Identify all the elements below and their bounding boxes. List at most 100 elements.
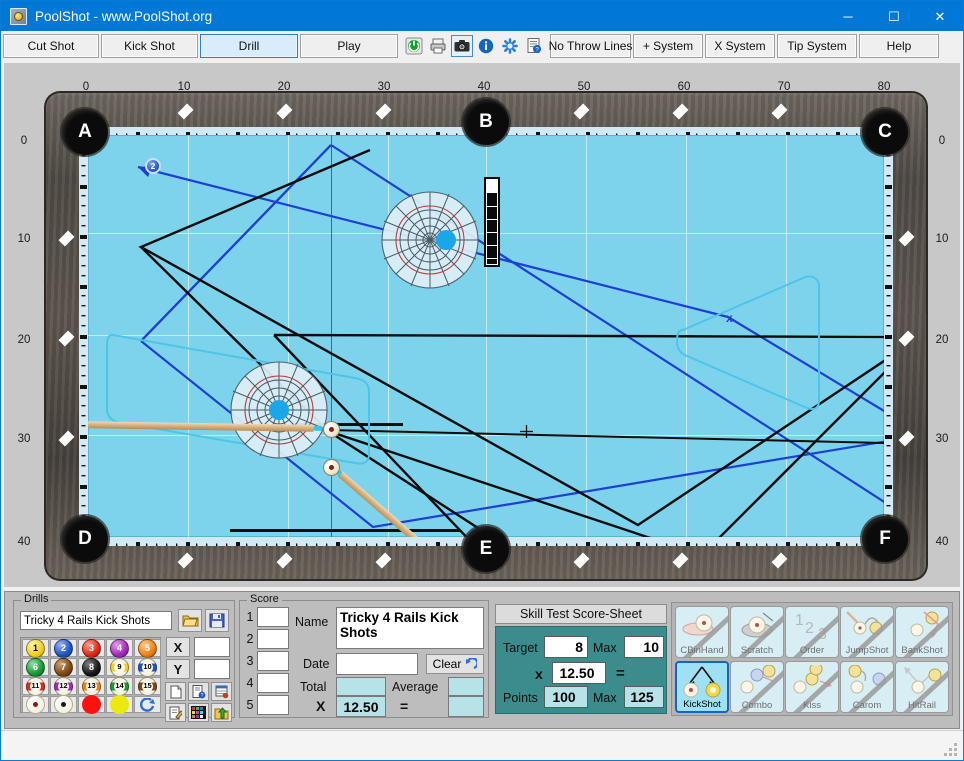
svg-text:x: x	[726, 311, 733, 325]
score-row-5-input[interactable]	[257, 695, 289, 715]
score-date-input[interactable]	[336, 653, 418, 675]
speed-gauge[interactable]	[484, 177, 500, 267]
camera-icon[interactable]	[451, 35, 473, 57]
button-x-system[interactable]: X System	[705, 34, 775, 58]
y-label-button[interactable]: Y	[166, 659, 190, 679]
shot-button-cbinhand[interactable]: CBinHand	[675, 606, 729, 658]
shot-button-jumpshot[interactable]: JumpShot	[840, 606, 894, 658]
score-equals-label: =	[400, 698, 409, 714]
score-multiplier-input[interactable]: 12.50	[336, 696, 386, 717]
ball-button-1[interactable]: 1	[22, 638, 49, 658]
shot-button-kiss[interactable]: Kiss	[785, 661, 839, 713]
gear-icon[interactable]	[499, 35, 521, 57]
tab-cut-shot[interactable]: Cut Shot	[3, 34, 99, 58]
pocket-d[interactable]: D	[62, 516, 108, 562]
button-plus-system[interactable]: + System	[633, 34, 703, 58]
pocket-a[interactable]: A	[62, 109, 108, 155]
clear-button[interactable]: Clear	[426, 654, 484, 674]
color-palette-icon[interactable]	[188, 703, 209, 722]
ball-button-12[interactable]: 12	[50, 676, 77, 696]
x-label-button[interactable]: X	[166, 637, 190, 657]
score-row-1-input[interactable]	[257, 607, 289, 627]
button-help[interactable]: Help	[859, 34, 939, 58]
open-folder-icon[interactable]	[178, 609, 202, 632]
rail-diamond	[58, 330, 75, 347]
new-page-icon[interactable]	[165, 682, 186, 701]
button-no-throw-lines[interactable]: No Throw Lines	[549, 34, 632, 58]
shot-button-hitrail[interactable]: HitRail	[895, 661, 949, 713]
close-button[interactable]: ✕	[917, 1, 963, 31]
pocket-f[interactable]: F	[862, 516, 908, 562]
page-help-icon[interactable]: ?	[188, 682, 209, 701]
pool-table-area[interactable]: 0 10 20 30 40 50 60 70 80 0 10 20 30 40 …	[4, 63, 960, 587]
ball-button-5[interactable]: 5	[134, 638, 161, 658]
resize-grip[interactable]	[943, 742, 957, 756]
shot-button-combo[interactable]: Combo	[730, 661, 784, 713]
pocket-e[interactable]: E	[463, 526, 509, 572]
drill-name-value: Tricky 4 Rails Kick Shots	[24, 614, 151, 627]
ball-button-6[interactable]: 6	[22, 657, 49, 677]
points-value: 100	[544, 686, 588, 708]
ball-button-10[interactable]: 10	[134, 657, 161, 677]
rail-diamond	[573, 552, 590, 569]
export-folder-icon[interactable]	[211, 703, 232, 722]
button-tip-system[interactable]: Tip System	[777, 34, 857, 58]
shot-button-order[interactable]: 1 2 3 Order	[785, 606, 839, 658]
shot-button-carom[interactable]: Carom	[840, 661, 894, 713]
ball-button-3[interactable]: 3	[78, 638, 105, 658]
ball-button-9[interactable]: 9	[106, 657, 133, 677]
shot-button-scratch[interactable]: Scratch	[730, 606, 784, 658]
tab-kick-shot[interactable]: Kick Shot	[101, 34, 198, 58]
maximize-button[interactable]: ☐	[871, 1, 917, 31]
document-help-icon[interactable]: ?	[523, 35, 545, 57]
printer-icon[interactable]	[427, 35, 449, 57]
ball-button-7[interactable]: 7	[50, 657, 77, 677]
ball-button-cue-black-dot[interactable]	[50, 695, 77, 714]
ball-button-11[interactable]: 11	[22, 676, 49, 696]
svg-text:?: ?	[200, 693, 203, 699]
shot-button-bankshot[interactable]: BankShot	[895, 606, 949, 658]
svg-text:2: 2	[805, 620, 814, 637]
drill-name-input[interactable]: Tricky 4 Rails Kick Shots	[20, 611, 172, 630]
window-title: PoolShot - www.PoolShot.org	[35, 8, 213, 24]
table-list-icon[interactable]	[211, 682, 232, 701]
ball-button-8[interactable]: 8	[78, 657, 105, 677]
info-icon[interactable]	[475, 35, 497, 57]
pocket-b[interactable]: B	[463, 99, 509, 145]
cue-ball-secondary[interactable]	[323, 459, 340, 476]
cue-ball-primary[interactable]	[323, 421, 340, 438]
score-row-4-input[interactable]	[257, 673, 289, 693]
y-value-input[interactable]	[194, 659, 230, 679]
ball-button-4[interactable]: 4	[106, 638, 133, 658]
ball-button-15[interactable]: 15	[134, 676, 161, 696]
ball-button-2[interactable]: 2	[50, 638, 77, 658]
kick-shot-icon	[683, 666, 721, 698]
ball-button-red-plain[interactable]	[78, 695, 105, 714]
pocket-c[interactable]: C	[862, 109, 908, 155]
right-ruler-30: 30	[935, 433, 949, 445]
target-max-input[interactable]: 10	[624, 636, 664, 658]
minimize-button[interactable]: ─	[825, 1, 871, 31]
tab-drill[interactable]: Drill	[200, 34, 298, 58]
right-ruler-20: 20	[935, 334, 949, 346]
score-name-input[interactable]: Tricky 4 Rails Kick Shots	[336, 607, 484, 649]
table-cloth[interactable]: x 2	[88, 135, 884, 537]
ball-button-yellow-plain[interactable]	[106, 695, 133, 714]
rail-diamond	[672, 552, 689, 569]
shot-button-kickshot[interactable]: KickShot	[675, 661, 729, 713]
table-ball-2[interactable]: 2	[145, 158, 161, 174]
tab-play[interactable]: Play	[300, 34, 398, 58]
ball-button-cue-red-dot[interactable]	[22, 695, 49, 714]
x-value-input[interactable]	[194, 637, 230, 657]
edit-note-icon[interactable]	[165, 703, 186, 722]
power-icon[interactable]	[403, 35, 425, 57]
score-row-2-input[interactable]	[257, 629, 289, 649]
target-input[interactable]: 8	[544, 636, 588, 658]
close-icon: ✕	[934, 8, 946, 24]
ball-button-13[interactable]: 13	[78, 676, 105, 696]
ball-button-14[interactable]: 14	[106, 676, 133, 696]
score-row-3-input[interactable]	[257, 651, 289, 671]
skill-multiplier-input[interactable]: 12.50	[552, 662, 606, 684]
ball-button-redo[interactable]	[134, 696, 161, 713]
floppy-save-icon[interactable]	[205, 609, 229, 632]
